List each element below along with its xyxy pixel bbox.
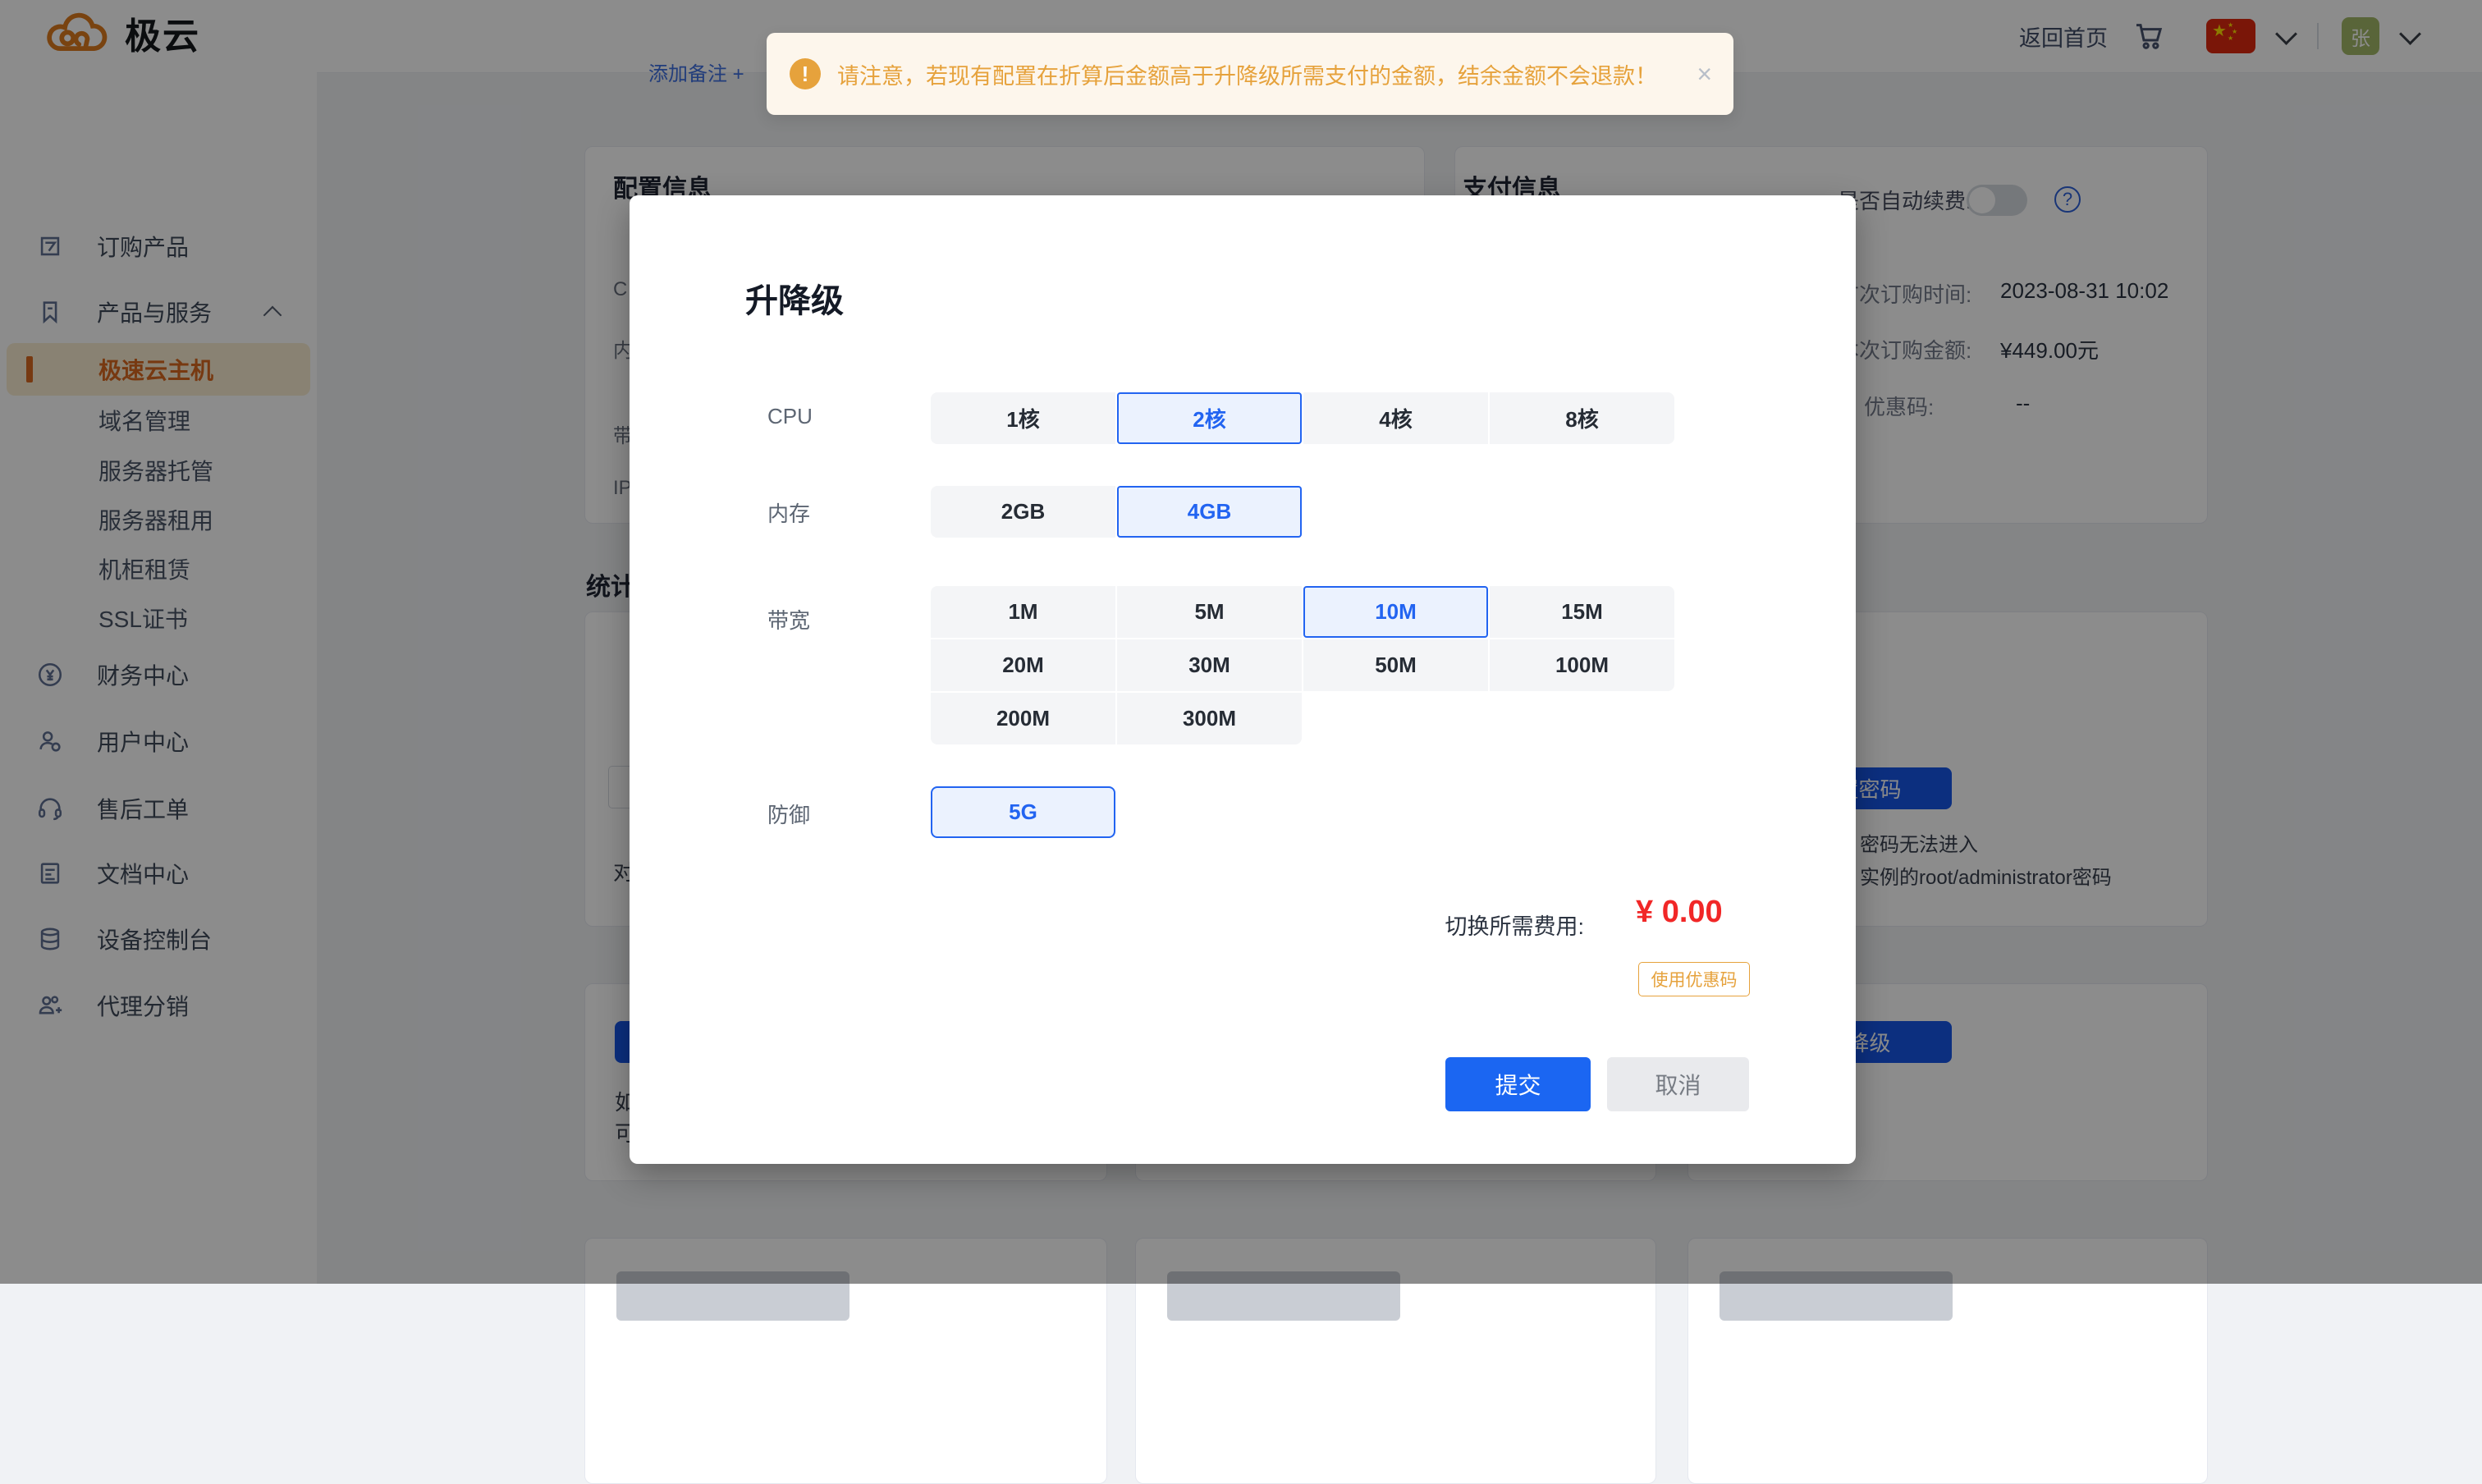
modal-title: 升降级 bbox=[745, 274, 844, 322]
option-bw-10m-selected[interactable]: 10M bbox=[1303, 586, 1488, 638]
defense-label: 防御 bbox=[767, 799, 874, 827]
option-mem-4gb-selected[interactable]: 4GB bbox=[1117, 486, 1302, 538]
cancel-button[interactable]: 取消 bbox=[1607, 1057, 1749, 1111]
memory-options: 2GB 4GB bbox=[931, 486, 1302, 538]
option-bw-300m[interactable]: 300M bbox=[1117, 693, 1302, 744]
option-bw-100m[interactable]: 100M bbox=[1490, 639, 1674, 691]
submit-button[interactable]: 提交 bbox=[1445, 1057, 1591, 1111]
option-cpu-4[interactable]: 4核 bbox=[1303, 392, 1488, 444]
cpu-label: CPU bbox=[767, 404, 874, 432]
warning-icon: ! bbox=[790, 58, 821, 89]
banner-close-icon[interactable]: × bbox=[1697, 59, 1712, 89]
use-coupon-button[interactable]: 使用优惠码 bbox=[1638, 962, 1750, 996]
option-mem-2gb[interactable]: 2GB bbox=[931, 486, 1115, 538]
upgrade-modal: 升降级 CPU 1核 2核 4核 8核 内存 2GB 4GB 带宽 1M 5M … bbox=[630, 195, 1856, 1164]
option-bw-200m[interactable]: 200M bbox=[931, 693, 1115, 744]
option-cpu-8[interactable]: 8核 bbox=[1490, 392, 1674, 444]
option-bw-50m[interactable]: 50M bbox=[1303, 639, 1488, 691]
option-cpu-2-selected[interactable]: 2核 bbox=[1117, 392, 1302, 444]
option-def-5g-selected[interactable]: 5G bbox=[931, 786, 1115, 838]
option-bw-5m[interactable]: 5M bbox=[1117, 586, 1302, 638]
option-bw-20m[interactable]: 20M bbox=[931, 639, 1115, 691]
fee-value: ¥ 0.00 bbox=[1636, 895, 1723, 930]
fee-label: 切换所需费用: bbox=[1393, 909, 1584, 941]
bandwidth-label: 带宽 bbox=[767, 604, 874, 632]
warning-text: 请注意，若现有配置在折算后金额高于升降级所需支付的金额，结余金额不会退款！ bbox=[837, 58, 1657, 90]
defense-options: 5G bbox=[931, 786, 1115, 838]
cpu-options: 1核 2核 4核 8核 bbox=[931, 392, 1674, 444]
option-bw-1m[interactable]: 1M bbox=[931, 586, 1115, 638]
memory-label: 内存 bbox=[767, 497, 874, 525]
option-bw-15m[interactable]: 15M bbox=[1490, 586, 1674, 638]
bandwidth-options: 1M 5M 10M 15M 20M 30M 50M 100M 200M 300M bbox=[931, 586, 1674, 744]
warning-banner: ! 请注意，若现有配置在折算后金额高于升降级所需支付的金额，结余金额不会退款！ … bbox=[767, 33, 1733, 115]
option-cpu-1[interactable]: 1核 bbox=[931, 392, 1115, 444]
option-bw-30m[interactable]: 30M bbox=[1117, 639, 1302, 691]
